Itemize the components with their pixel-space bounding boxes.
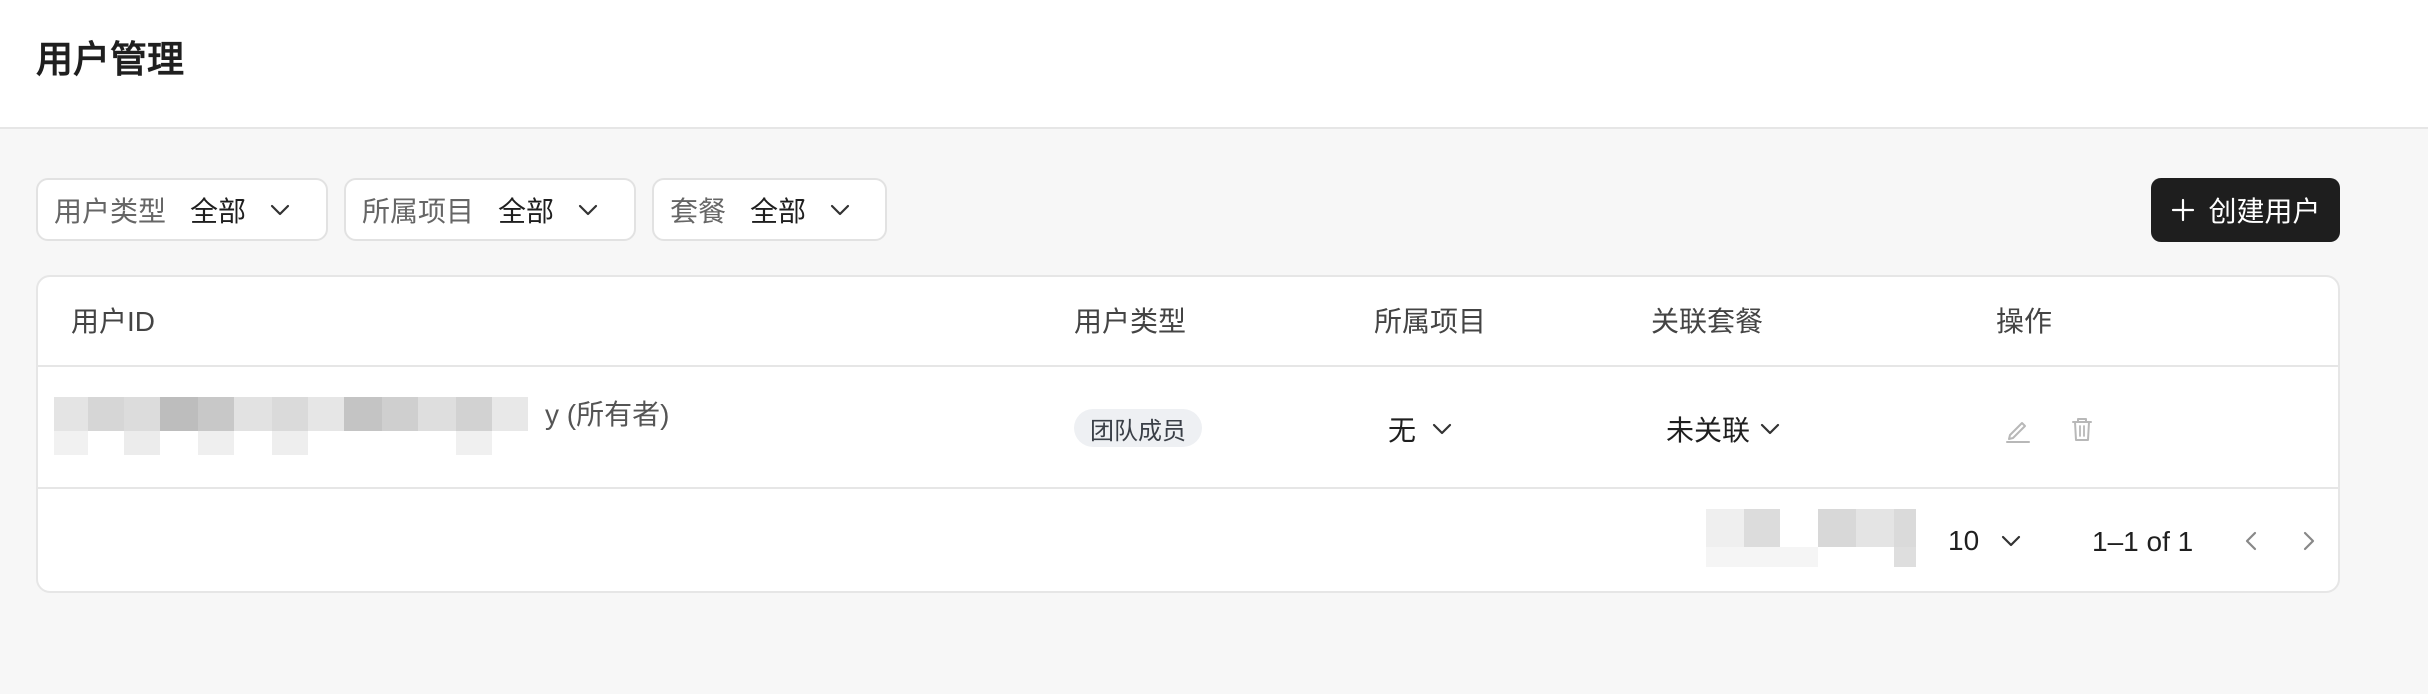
user-id-text: y (所有者) xyxy=(545,399,670,430)
filter-user-type[interactable]: 用户类型 全部 xyxy=(36,178,328,241)
filter-project-label: 所属项目 xyxy=(362,195,475,227)
project-dropdown[interactable]: 无 xyxy=(1388,409,1454,449)
filter-plan[interactable]: 套餐 全部 xyxy=(652,178,887,241)
create-user-button[interactable]: 创建用户 xyxy=(2151,178,2340,242)
chevron-down-icon xyxy=(1999,529,2023,553)
table-header: 用户ID 用户类型 所属项目 关联套餐 操作 xyxy=(38,277,2338,367)
project-value: 无 xyxy=(1388,415,1417,446)
table-row: y (所有者) 团队成员 无 未关联 xyxy=(38,367,2338,489)
column-header-actions: 操作 xyxy=(1996,306,2053,337)
column-header-plan: 关联套餐 xyxy=(1651,306,1764,337)
create-user-label: 创建用户 xyxy=(2208,196,2321,227)
chevron-down-icon xyxy=(1758,417,1782,441)
rows-per-page-select[interactable]: 10 xyxy=(1948,525,2023,557)
filter-project[interactable]: 所属项目 全部 xyxy=(344,178,636,241)
plus-icon xyxy=(2170,197,2196,223)
top-bar: 用户管理 xyxy=(0,0,2428,129)
chevron-down-icon xyxy=(828,198,852,222)
page-title: 用户管理 xyxy=(36,39,184,80)
column-header-user-type: 用户类型 xyxy=(1074,306,1187,337)
chevron-down-icon xyxy=(576,198,600,222)
trash-icon[interactable] xyxy=(2066,413,2098,445)
filter-project-value: 全部 xyxy=(498,195,555,227)
chevron-down-icon xyxy=(268,198,292,222)
redacted-user-id xyxy=(54,397,544,457)
plan-dropdown[interactable]: 未关联 xyxy=(1666,409,1782,449)
filter-user-type-label: 用户类型 xyxy=(54,195,167,227)
users-table: 用户ID 用户类型 所属项目 关联套餐 操作 y (所有者) 团队成员 无 未关… xyxy=(36,275,2340,593)
chevron-left-icon[interactable] xyxy=(2238,527,2266,555)
plan-value: 未关联 xyxy=(1666,415,1751,446)
filter-plan-value: 全部 xyxy=(750,195,807,227)
rows-per-page-value: 10 xyxy=(1948,525,1980,556)
column-header-project: 所属项目 xyxy=(1374,306,1487,337)
edit-icon[interactable] xyxy=(2002,413,2034,445)
chevron-down-icon xyxy=(1430,417,1454,441)
user-type-badge: 团队成员 xyxy=(1074,409,1202,447)
pagination: 10 1–1 of 1 xyxy=(38,489,2338,591)
column-header-user-id: 用户ID xyxy=(71,306,156,337)
filter-user-type-value: 全部 xyxy=(190,195,247,227)
filter-plan-label: 套餐 xyxy=(670,195,727,227)
pagination-range: 1–1 of 1 xyxy=(2092,526,2194,557)
redacted-rows-per-page-label xyxy=(1706,509,1918,569)
chevron-right-icon[interactable] xyxy=(2294,527,2322,555)
